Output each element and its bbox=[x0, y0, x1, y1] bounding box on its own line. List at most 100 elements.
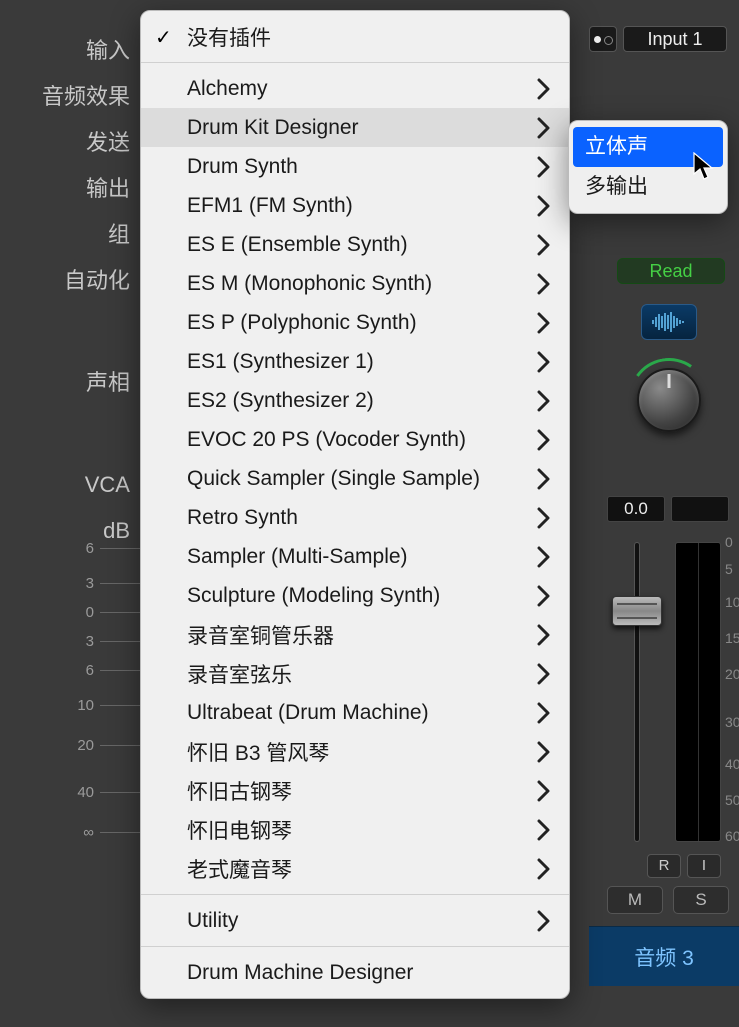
fader-db-display[interactable]: 0.0 bbox=[607, 496, 665, 522]
menu-item-plugin[interactable]: 录音室铜管乐器 bbox=[141, 615, 569, 654]
instrument-plugin-menu[interactable]: ✓ 没有插件 Alchemy Drum Kit Designer Drum Synt… bbox=[140, 10, 570, 999]
label-pan: 声相 bbox=[0, 360, 140, 406]
meter-tick: 10 bbox=[725, 594, 739, 610]
db-tick: 6 bbox=[60, 540, 100, 557]
menu-item-plugin[interactable]: Sculpture (Modeling Synth) bbox=[141, 576, 569, 615]
menu-separator bbox=[141, 946, 569, 947]
chevron-right-icon bbox=[537, 429, 551, 451]
menu-item-plugin[interactable]: Ultrabeat (Drum Machine) bbox=[141, 693, 569, 732]
menu-item-label: 怀旧古钢琴 bbox=[187, 776, 292, 806]
chevron-right-icon bbox=[537, 156, 551, 178]
menu-item-label: ES2 (Synthesizer 2) bbox=[187, 389, 374, 413]
meter-tick: 15 bbox=[725, 630, 739, 646]
menu-item-label: Sampler (Multi-Sample) bbox=[187, 545, 408, 569]
chevron-right-icon bbox=[537, 507, 551, 529]
chevron-right-icon bbox=[537, 741, 551, 763]
waveform-icon bbox=[649, 312, 689, 332]
menu-item-utility[interactable]: Utility bbox=[141, 901, 569, 940]
menu-item-plugin[interactable]: Quick Sampler (Single Sample) bbox=[141, 459, 569, 498]
meter-tick: 50 bbox=[725, 792, 739, 808]
menu-item-label: Drum Synth bbox=[187, 155, 298, 179]
menu-item-plugin[interactable]: Drum Kit Designer bbox=[141, 108, 569, 147]
menu-item-plugin[interactable]: EVOC 20 PS (Vocoder Synth) bbox=[141, 420, 569, 459]
menu-item-label: Quick Sampler (Single Sample) bbox=[187, 467, 480, 491]
menu-item-plugin[interactable]: ES2 (Synthesizer 2) bbox=[141, 381, 569, 420]
meter-tick: 5 bbox=[725, 561, 733, 577]
menu-item-label: 没有插件 bbox=[187, 22, 271, 52]
instrument-output-submenu[interactable]: 立体声 多输出 bbox=[568, 120, 728, 214]
menu-item-label: 怀旧 B3 管风琴 bbox=[187, 737, 329, 767]
db-tick: 20 bbox=[60, 737, 100, 754]
menu-item-plugin[interactable]: EFM1 (FM Synth) bbox=[141, 186, 569, 225]
chevron-right-icon bbox=[537, 234, 551, 256]
record-enable-button[interactable]: R bbox=[647, 854, 681, 878]
menu-item-drum-machine-designer[interactable]: Drum Machine Designer bbox=[141, 953, 569, 992]
menu-item-no-plugin[interactable]: ✓ 没有插件 bbox=[141, 17, 569, 56]
menu-item-plugin[interactable]: 怀旧 B3 管风琴 bbox=[141, 732, 569, 771]
menu-item-plugin[interactable]: Drum Synth bbox=[141, 147, 569, 186]
input-format-indicator[interactable] bbox=[589, 26, 617, 52]
chevron-right-icon bbox=[537, 780, 551, 802]
automation-mode-button[interactable]: Read bbox=[617, 258, 725, 284]
menu-item-label: Ultrabeat (Drum Machine) bbox=[187, 701, 429, 725]
menu-item-label: 录音室铜管乐器 bbox=[187, 620, 334, 650]
chevron-right-icon bbox=[537, 351, 551, 373]
track-name-field[interactable]: 音频 3 bbox=[589, 926, 739, 986]
menu-item-label: 老式魔音琴 bbox=[187, 854, 292, 884]
menu-item-plugin[interactable]: ES E (Ensemble Synth) bbox=[141, 225, 569, 264]
label-sends: 发送 bbox=[0, 120, 140, 166]
flex-waveform-button[interactable] bbox=[641, 304, 697, 340]
input-selector[interactable]: Input 1 bbox=[623, 26, 727, 52]
menu-item-plugin[interactable]: ES P (Polyphonic Synth) bbox=[141, 303, 569, 342]
label-group: 组 bbox=[0, 212, 140, 258]
menu-item-label: ES P (Polyphonic Synth) bbox=[187, 311, 417, 335]
meter-tick: 0 bbox=[725, 534, 733, 550]
db-tick: 3 bbox=[60, 575, 100, 592]
chevron-right-icon bbox=[537, 468, 551, 490]
menu-item-plugin[interactable]: 怀旧电钢琴 bbox=[141, 810, 569, 849]
menu-item-label: Drum Machine Designer bbox=[187, 961, 413, 985]
chevron-right-icon bbox=[537, 78, 551, 100]
menu-item-plugin[interactable]: ES M (Monophonic Synth) bbox=[141, 264, 569, 303]
solo-button[interactable]: S bbox=[673, 886, 729, 914]
label-input: 输入 bbox=[0, 28, 140, 74]
pan-knob[interactable] bbox=[637, 368, 701, 432]
submenu-item-stereo[interactable]: 立体声 bbox=[573, 127, 723, 167]
menu-item-label: EFM1 (FM Synth) bbox=[187, 194, 353, 218]
menu-item-plugin[interactable]: Alchemy bbox=[141, 69, 569, 108]
chevron-right-icon bbox=[537, 702, 551, 724]
peak-display[interactable] bbox=[671, 496, 729, 522]
meter-tick: 30 bbox=[725, 714, 739, 730]
chevron-right-icon bbox=[537, 546, 551, 568]
db-tick: 3 bbox=[60, 633, 100, 650]
chevron-right-icon bbox=[537, 819, 551, 841]
db-tick: 10 bbox=[60, 697, 100, 714]
menu-item-plugin[interactable]: Sampler (Multi-Sample) bbox=[141, 537, 569, 576]
submenu-item-multi-output[interactable]: 多输出 bbox=[569, 167, 727, 207]
input-monitor-button[interactable]: I bbox=[687, 854, 721, 878]
menu-item-label: Sculpture (Modeling Synth) bbox=[187, 584, 440, 608]
label-vca: VCA bbox=[0, 462, 140, 508]
menu-item-plugin[interactable]: ES1 (Synthesizer 1) bbox=[141, 342, 569, 381]
menu-item-plugin[interactable]: 老式魔音琴 bbox=[141, 849, 569, 888]
menu-item-plugin[interactable]: Retro Synth bbox=[141, 498, 569, 537]
level-meter bbox=[675, 542, 721, 842]
menu-item-label: Utility bbox=[187, 909, 238, 933]
fader-cap[interactable] bbox=[612, 596, 662, 626]
menu-separator bbox=[141, 894, 569, 895]
menu-item-label: 录音室弦乐 bbox=[187, 659, 292, 689]
meter-tick: 60 bbox=[725, 828, 739, 844]
volume-fader[interactable] bbox=[607, 542, 667, 842]
menu-item-plugin[interactable]: 录音室弦乐 bbox=[141, 654, 569, 693]
menu-item-label: ES M (Monophonic Synth) bbox=[187, 272, 432, 296]
chevron-right-icon bbox=[537, 312, 551, 334]
label-automation: 自动化 bbox=[0, 258, 140, 304]
menu-item-label: 怀旧电钢琴 bbox=[187, 815, 292, 845]
fader-db-ruler: 6 3 0 3 6 10 20 40 ∞ bbox=[60, 540, 140, 830]
meter-tick: 20 bbox=[725, 666, 739, 682]
menu-item-label: Alchemy bbox=[187, 77, 268, 101]
mute-button[interactable]: M bbox=[607, 886, 663, 914]
chevron-right-icon bbox=[537, 858, 551, 880]
label-audiofx: 音频效果 bbox=[0, 74, 140, 120]
menu-item-plugin[interactable]: 怀旧古钢琴 bbox=[141, 771, 569, 810]
